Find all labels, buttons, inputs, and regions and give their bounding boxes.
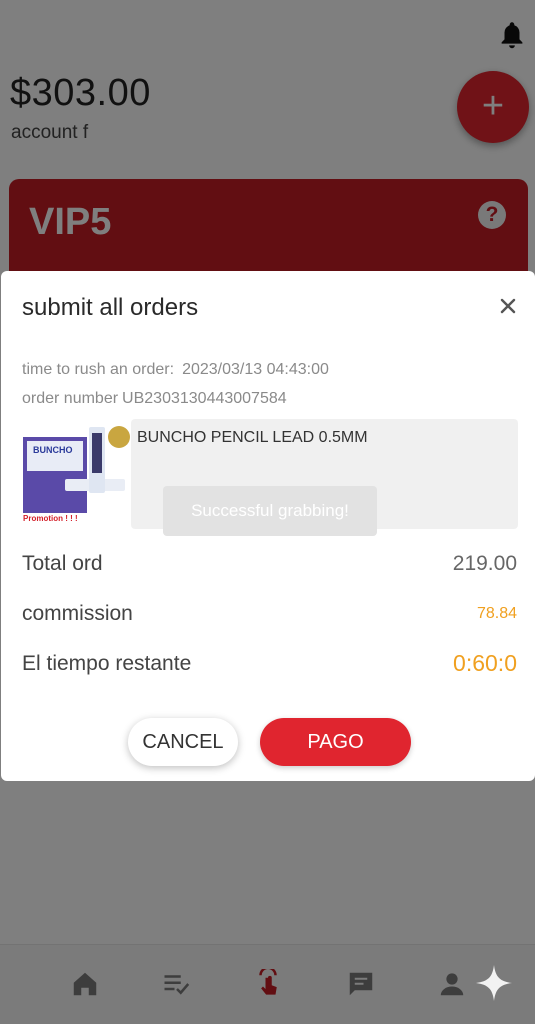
commission-label: commission: [22, 602, 133, 625]
product-brand-text: BUNCHO: [33, 445, 73, 455]
order-number-line: order number UB2303130443007584: [22, 390, 287, 408]
rush-time-value: 2023/03/13 04:43:00: [182, 361, 329, 378]
dialog-title: submit all orders: [22, 294, 199, 321]
total-order-value: 219.00: [452, 552, 517, 575]
success-toast: Successful grabbing!: [163, 486, 377, 536]
order-number-label: order number: [22, 390, 119, 407]
total-order-label: Total ord: [22, 552, 103, 575]
product-name: BUNCHO PENCIL LEAD 0.5MM: [137, 429, 368, 446]
cancel-button[interactable]: CANCEL: [128, 718, 238, 766]
app-screen: $303.00 account f + VIP5 ?: [0, 0, 535, 1024]
close-icon[interactable]: [497, 295, 519, 317]
sparkle-icon: [476, 965, 512, 1001]
commission-value: 78.84: [476, 605, 517, 622]
remaining-time-label: El tiempo restante: [22, 652, 192, 675]
pay-button[interactable]: PAGO: [260, 718, 411, 766]
submit-orders-dialog: submit all orders time to rush an order:…: [1, 271, 535, 781]
order-number-value: UB2303130443007584: [122, 390, 287, 407]
rush-time-line: time to rush an order: 2023/03/13 04:43:0…: [22, 361, 329, 379]
remaining-time-value: 0:60:0: [453, 650, 517, 676]
rush-time-label: time to rush an order:: [22, 361, 175, 378]
product-promo-text: Promotion ! ! !: [23, 514, 78, 523]
product-image: BUNCHO Promotion ! ! !: [23, 426, 130, 523]
